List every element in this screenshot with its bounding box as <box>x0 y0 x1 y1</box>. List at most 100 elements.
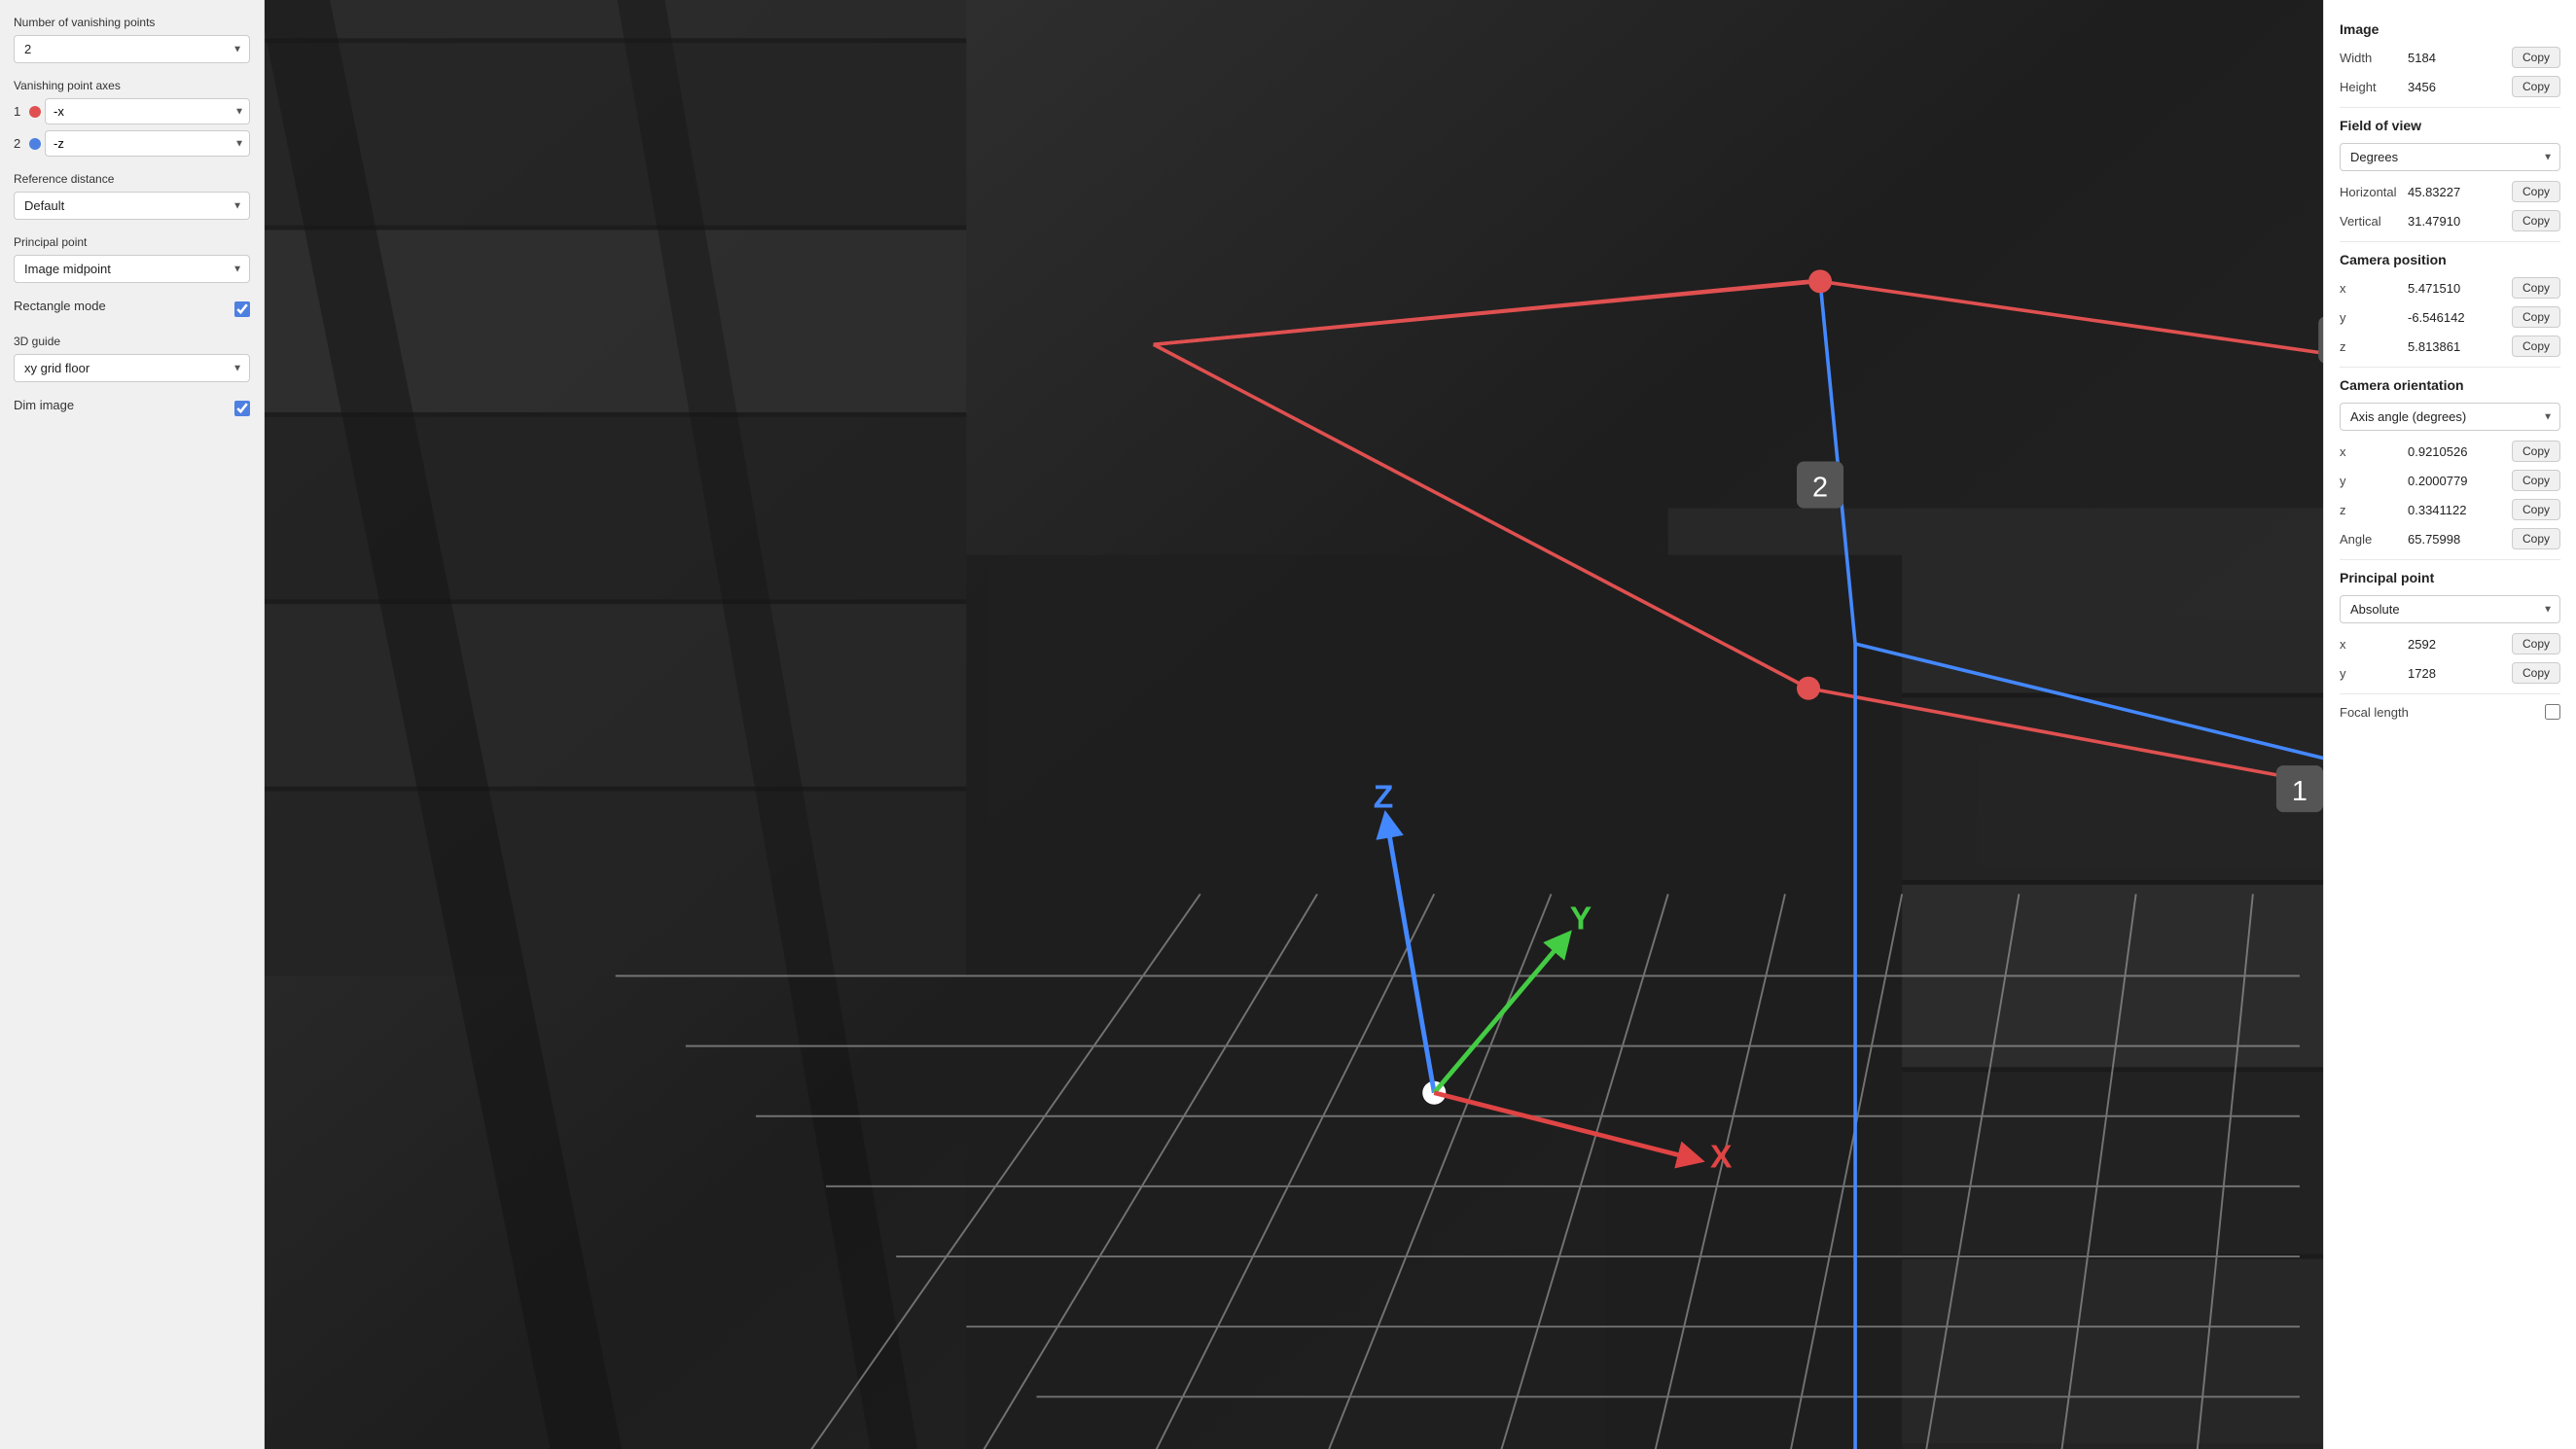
vp2-dot <box>29 138 41 150</box>
orient-y-copy-button[interactable]: Copy <box>2512 470 2560 491</box>
ref-distance-wrapper: DefaultCustom ▼ <box>14 192 250 220</box>
height-label: Height <box>2340 80 2408 94</box>
pp-x-row: x 2592 Copy <box>2340 633 2560 654</box>
vp2-axis-select[interactable]: -z-x+x-y+y+z <box>45 130 250 157</box>
focal-length-row: Focal length <box>2340 704 2560 720</box>
vp-axes-label: Vanishing point axes <box>14 79 250 92</box>
ref-distance-label: Reference distance <box>14 172 250 186</box>
vp2-axis-wrapper: -z-x+x-y+y+z ▼ <box>45 130 250 157</box>
svg-text:1: 1 <box>2292 776 2308 807</box>
pp-y-copy-button[interactable]: Copy <box>2512 662 2560 684</box>
guide-3d-wrapper: xy grid floorNoneyz grid wallxz grid wal… <box>14 354 250 382</box>
svg-text:2: 2 <box>1812 473 1828 504</box>
orient-x-label: x <box>2340 444 2408 459</box>
height-row: Height 3456 Copy <box>2340 76 2560 97</box>
dim-image-checkbox[interactable] <box>234 401 250 416</box>
svg-text:Z: Z <box>1374 779 1394 815</box>
dim-image-row: Dim image <box>14 398 250 418</box>
principal-point-wrapper: Image midpointCustom ▼ <box>14 255 250 283</box>
scene-svg: Z Y X 1 <box>265 0 2323 1449</box>
orient-z-copy-button[interactable]: Copy <box>2512 499 2560 520</box>
cam-z-value: 5.813861 <box>2408 339 2504 354</box>
orient-x-row: x 0.9210526 Copy <box>2340 441 2560 462</box>
orient-y-label: y <box>2340 474 2408 488</box>
ref-distance-select[interactable]: DefaultCustom <box>14 192 250 220</box>
vp2-number: 2 <box>14 136 29 151</box>
num-vp-select[interactable]: 2134 <box>14 35 250 63</box>
cam-x-value: 5.471510 <box>2408 281 2504 296</box>
orient-y-value: 0.2000779 <box>2408 474 2504 488</box>
angle-row: Angle 65.75998 Copy <box>2340 528 2560 549</box>
svg-text:Y: Y <box>1570 901 1592 937</box>
cam-y-copy-button[interactable]: Copy <box>2512 306 2560 328</box>
num-vp-select-wrapper: 2134 ▼ <box>14 35 250 63</box>
orient-z-row: z 0.3341122 Copy <box>2340 499 2560 520</box>
width-label: Width <box>2340 51 2408 65</box>
fov-select-wrapper: DegreesRadians ▼ <box>2340 143 2560 171</box>
cam-y-label: y <box>2340 310 2408 325</box>
orient-z-label: z <box>2340 503 2408 517</box>
width-row: Width 5184 Copy <box>2340 47 2560 68</box>
horizontal-copy-button[interactable]: Copy <box>2512 181 2560 202</box>
vp-axes-section: Vanishing point axes 1 -x+x-y+y-z+z ▼ 2 … <box>14 79 250 157</box>
image-section-title: Image <box>2340 21 2560 37</box>
pp-y-row: y 1728 Copy <box>2340 662 2560 684</box>
angle-copy-button[interactable]: Copy <box>2512 528 2560 549</box>
cam-orient-select-wrapper: Axis angle (degrees)Euler anglesQuaterni… <box>2340 403 2560 431</box>
cam-z-copy-button[interactable]: Copy <box>2512 336 2560 357</box>
num-vp-label: Number of vanishing points <box>14 16 250 29</box>
cam-z-row: z 5.813861 Copy <box>2340 336 2560 357</box>
camera-orientation-title: Camera orientation <box>2340 377 2560 393</box>
pp-select[interactable]: AbsoluteRelative <box>2340 595 2560 623</box>
vp1-axis-select[interactable]: -x+x-y+y-z+z <box>45 98 250 124</box>
cam-x-copy-button[interactable]: Copy <box>2512 277 2560 299</box>
vp2-row: 2 -z-x+x-y+y+z ▼ <box>14 130 250 157</box>
vp1-number: 1 <box>14 104 29 119</box>
vp1-dot <box>29 106 41 118</box>
orient-y-row: y 0.2000779 Copy <box>2340 470 2560 491</box>
pp-x-label: x <box>2340 637 2408 652</box>
orient-x-copy-button[interactable]: Copy <box>2512 441 2560 462</box>
vertical-value: 31.47910 <box>2408 214 2504 229</box>
guide-3d-select[interactable]: xy grid floorNoneyz grid wallxz grid wal… <box>14 354 250 382</box>
cam-y-value: -6.546142 <box>2408 310 2504 325</box>
horizontal-row: Horizontal 45.83227 Copy <box>2340 181 2560 202</box>
cam-x-row: x 5.471510 Copy <box>2340 277 2560 299</box>
rect-mode-row: Rectangle mode <box>14 299 250 319</box>
pp-x-value: 2592 <box>2408 637 2504 652</box>
pp-y-label: y <box>2340 666 2408 681</box>
scene-container: Z Y X 1 <box>265 0 2323 1449</box>
fov-section-title: Field of view <box>2340 118 2560 133</box>
fov-select[interactable]: DegreesRadians <box>2340 143 2560 171</box>
width-copy-button[interactable]: Copy <box>2512 47 2560 68</box>
principal-point-label: Principal point <box>14 235 250 249</box>
main-canvas[interactable]: Z Y X 1 <box>265 0 2323 1449</box>
cam-z-label: z <box>2340 339 2408 354</box>
vertical-row: Vertical 31.47910 Copy <box>2340 210 2560 231</box>
vertical-copy-button[interactable]: Copy <box>2512 210 2560 231</box>
right-panel: Image Width 5184 Copy Height 3456 Copy F… <box>2323 0 2576 1449</box>
vp1-row: 1 -x+x-y+y-z+z ▼ <box>14 98 250 124</box>
horizontal-label: Horizontal <box>2340 185 2408 199</box>
orient-z-value: 0.3341122 <box>2408 503 2504 517</box>
width-value: 5184 <box>2408 51 2504 65</box>
pp-select-wrapper: AbsoluteRelative ▼ <box>2340 595 2560 623</box>
principal-point-select[interactable]: Image midpointCustom <box>14 255 250 283</box>
rect-mode-checkbox[interactable] <box>234 301 250 317</box>
height-copy-button[interactable]: Copy <box>2512 76 2560 97</box>
cam-x-label: x <box>2340 281 2408 296</box>
dim-image-label: Dim image <box>14 398 74 412</box>
pp-y-value: 1728 <box>2408 666 2504 681</box>
camera-position-title: Camera position <box>2340 252 2560 267</box>
angle-label: Angle <box>2340 532 2408 547</box>
pp-x-copy-button[interactable]: Copy <box>2512 633 2560 654</box>
focal-length-label: Focal length <box>2340 705 2409 720</box>
principal-point-title: Principal point <box>2340 570 2560 585</box>
rect-mode-label: Rectangle mode <box>14 299 106 313</box>
guide-3d-label: 3D guide <box>14 335 250 348</box>
focal-length-checkbox[interactable] <box>2545 704 2560 720</box>
vertical-label: Vertical <box>2340 214 2408 229</box>
svg-text:X: X <box>1710 1140 1733 1176</box>
cam-orient-select[interactable]: Axis angle (degrees)Euler anglesQuaterni… <box>2340 403 2560 431</box>
height-value: 3456 <box>2408 80 2504 94</box>
